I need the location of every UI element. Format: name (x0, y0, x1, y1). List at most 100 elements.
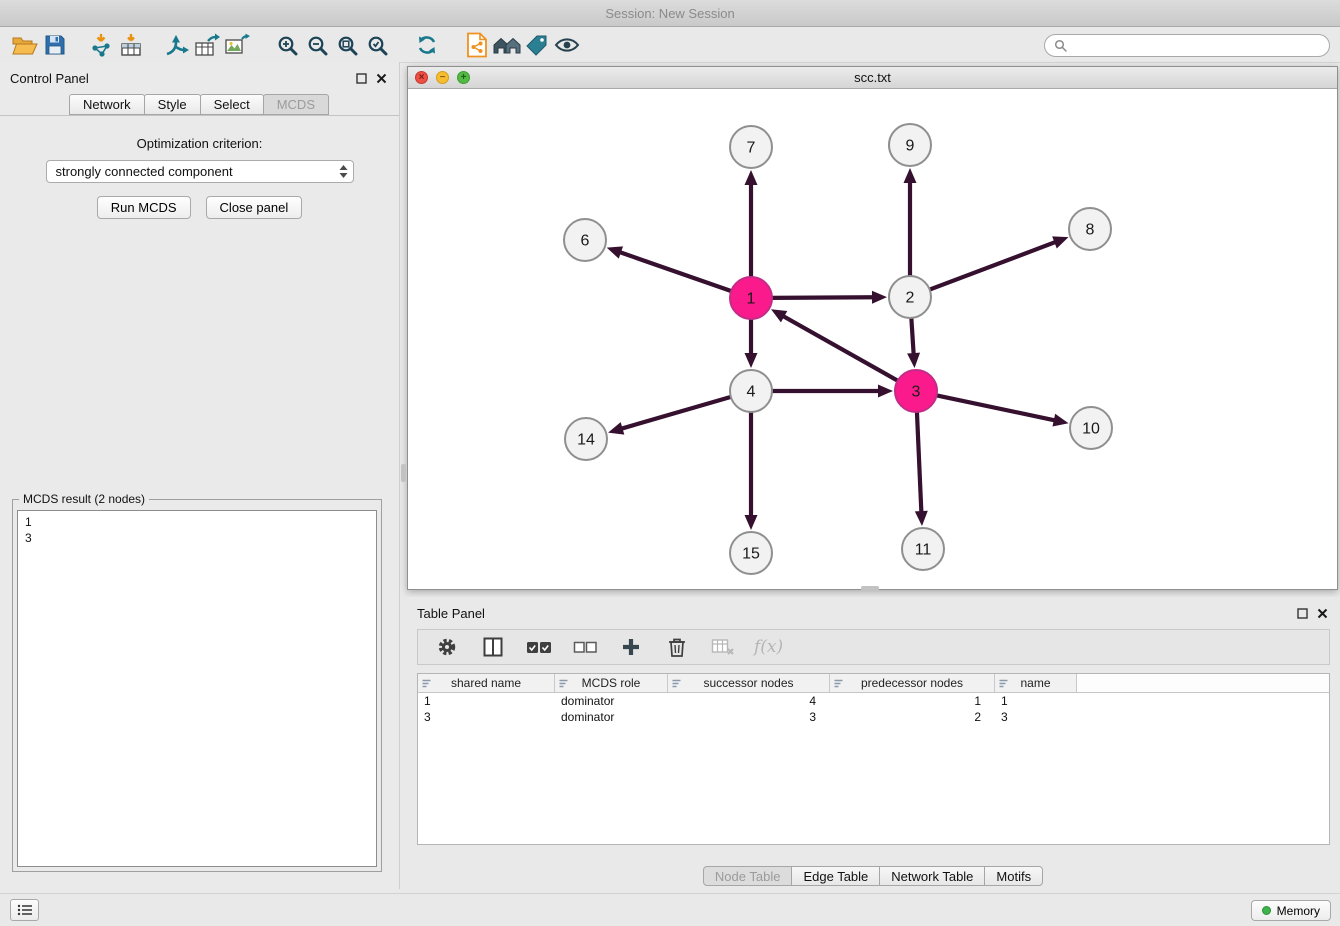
panel-resize-handle-horizontal[interactable] (861, 586, 879, 591)
graph-node-4[interactable]: 4 (730, 370, 772, 412)
tab-edge-table[interactable]: Edge Table (791, 866, 880, 886)
zoom-window-icon[interactable]: + (457, 71, 470, 84)
graph-node-7[interactable]: 7 (730, 126, 772, 168)
run-mcds-button[interactable]: Run MCDS (97, 196, 191, 219)
table-panel: Table Panel (407, 597, 1340, 889)
svg-text:7: 7 (747, 140, 756, 157)
float-window-icon (356, 73, 367, 84)
close-window-icon[interactable]: × (415, 71, 428, 84)
import-network-button[interactable] (86, 31, 116, 59)
minimize-window-icon[interactable]: − (436, 71, 449, 84)
graph-node-8[interactable]: 8 (1069, 208, 1111, 250)
close-table-panel-button[interactable] (1317, 608, 1328, 619)
graph-node-1[interactable]: 1 (730, 277, 772, 319)
apply-layout-button[interactable] (412, 31, 442, 59)
table-settings-button[interactable] (432, 633, 462, 661)
graph-edge-3-11[interactable] (917, 411, 922, 513)
memory-button[interactable]: Memory (1251, 900, 1331, 921)
graph-node-6[interactable]: 6 (564, 219, 606, 261)
graph-node-11[interactable]: 11 (902, 528, 944, 570)
table-tabs: Node TableEdge TableNetwork TableMotifs (407, 866, 1340, 886)
tab-motifs[interactable]: Motifs (984, 866, 1043, 886)
graph-edge-3-10[interactable] (936, 395, 1056, 420)
tab-network[interactable]: Network (69, 94, 145, 115)
mcds-result-group: MCDS result (2 nodes) 13 (12, 499, 382, 872)
zoom-fit-button[interactable] (332, 31, 362, 59)
graph-edge-2-3[interactable] (911, 317, 913, 355)
graph-edge-1-2[interactable] (771, 297, 874, 298)
graph-node-14[interactable]: 14 (565, 418, 607, 460)
column-header-shared-name[interactable]: shared name (418, 674, 555, 692)
control-panel-title: Control Panel (10, 71, 89, 86)
column-header-mcds-role[interactable]: MCDS role (555, 674, 668, 692)
new-network-button[interactable] (162, 31, 192, 59)
float-panel-button[interactable] (356, 73, 367, 84)
search-input[interactable] (1073, 38, 1320, 53)
search-box[interactable] (1044, 34, 1330, 57)
export-network-button[interactable] (462, 31, 492, 59)
column-header-successor-nodes[interactable]: successor nodes (668, 674, 830, 692)
float-table-panel-button[interactable] (1297, 608, 1308, 619)
panel-resize-handle-vertical[interactable] (401, 464, 406, 482)
zoom-selected-button[interactable] (362, 31, 392, 59)
import-table-button[interactable] (116, 31, 146, 59)
graph-node-3[interactable]: 3 (895, 370, 937, 412)
delete-table-button[interactable] (708, 633, 738, 661)
tab-select[interactable]: Select (200, 94, 264, 115)
graph-node-9[interactable]: 9 (889, 124, 931, 166)
annotation-button[interactable] (522, 31, 552, 59)
delete-column-button[interactable] (662, 633, 692, 661)
column-header-name[interactable]: name (995, 674, 1077, 692)
control-panel-header: Control Panel (0, 62, 399, 92)
tab-mcds[interactable]: MCDS (263, 94, 329, 115)
function-builder-button[interactable]: f(x) (754, 637, 783, 657)
network-canvas[interactable]: 7 9 6 8 1 2 4 3 14 10 15 11 (408, 89, 1337, 589)
memory-button-label: Memory (1277, 904, 1320, 918)
graph-edge-3-1[interactable] (782, 316, 898, 382)
tab-network-table[interactable]: Network Table (879, 866, 985, 886)
unchecked-boxes-icon (573, 639, 597, 655)
column-header-predecessor-nodes[interactable]: predecessor nodes (830, 674, 995, 692)
tab-style[interactable]: Style (144, 94, 201, 115)
svg-text:8: 8 (1086, 222, 1095, 239)
float-window-icon (1297, 608, 1308, 619)
zoom-out-button[interactable] (302, 31, 332, 59)
graph-node-2[interactable]: 2 (889, 276, 931, 318)
table-cell-shared-name: 3 (418, 710, 555, 724)
graph-node-15[interactable]: 15 (730, 532, 772, 574)
graph-edge-1-6[interactable] (619, 252, 732, 292)
node-table: shared nameMCDS rolesuccessor nodesprede… (417, 673, 1330, 845)
table-row[interactable]: 1dominator411 (418, 693, 1329, 709)
close-panel-button[interactable]: Close panel (206, 196, 303, 219)
network-graph-svg[interactable]: 7 9 6 8 1 2 4 3 14 10 15 11 (408, 89, 1337, 589)
table-row[interactable]: 3dominator323 (418, 709, 1329, 725)
graph-edge-arrow (745, 353, 758, 368)
graph-edge-4-14[interactable] (621, 397, 732, 429)
control-panel-tabs: NetworkStyleSelectMCDS (0, 92, 399, 116)
graph-edge-2-8[interactable] (929, 242, 1057, 290)
import-network-icon (88, 33, 114, 57)
graph-edge-arrow (607, 246, 623, 258)
main-toolbar (0, 28, 1340, 63)
visibility-button[interactable] (552, 31, 582, 59)
create-column-button[interactable] (616, 633, 646, 661)
criterion-dropdown[interactable]: strongly connected component (46, 160, 354, 183)
tab-node-table[interactable]: Node Table (703, 866, 793, 886)
network-window-titlebar[interactable]: × − + scc.txt (408, 67, 1337, 89)
zoom-in-button[interactable] (272, 31, 302, 59)
open-session-button[interactable] (10, 31, 40, 59)
export-image-button[interactable] (222, 31, 252, 59)
close-control-panel-button[interactable] (376, 73, 387, 84)
show-columns-button[interactable] (478, 633, 508, 661)
search-icon (1054, 39, 1067, 52)
neighbors-button[interactable] (492, 31, 522, 59)
mcds-result-list[interactable]: 13 (17, 510, 377, 867)
new-table-button[interactable] (192, 31, 222, 59)
panel-list-button[interactable] (10, 899, 39, 921)
unselect-all-columns-button[interactable] (570, 633, 600, 661)
graph-node-10[interactable]: 10 (1070, 407, 1112, 449)
save-session-button[interactable] (40, 31, 70, 59)
select-all-columns-button[interactable] (524, 633, 554, 661)
tag-icon (525, 33, 549, 57)
control-panel: Control Panel NetworkStyleSelectMCDS Opt… (0, 62, 400, 889)
